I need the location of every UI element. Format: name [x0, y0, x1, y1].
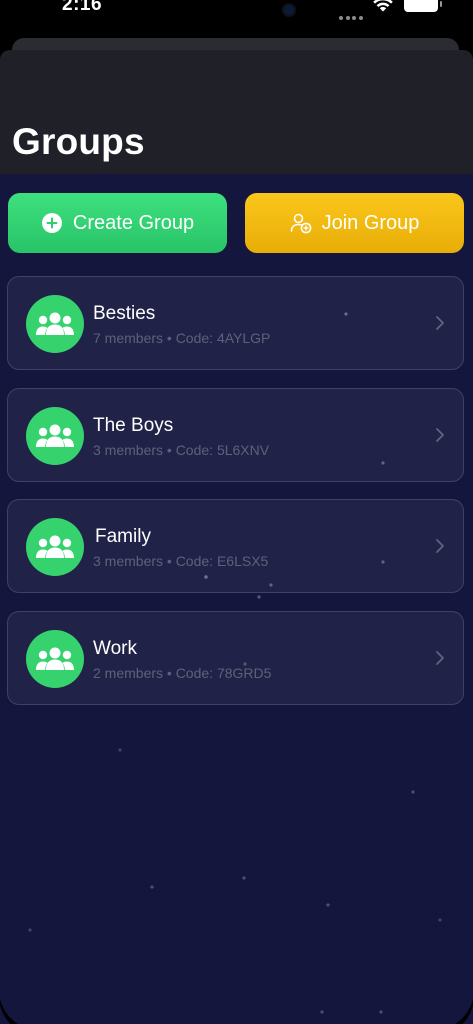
join-group-button[interactable]: Join Group [245, 193, 464, 253]
people-group-icon [36, 424, 74, 447]
group-meta: 7 members • Code: 4AYLGP [93, 330, 271, 346]
groups-screen: 2:16 Groups Create Group Join Group Best… [0, 0, 473, 1024]
plus-circle-icon [41, 213, 62, 233]
chevron-right-icon [436, 316, 444, 330]
chevron-right-icon [436, 428, 444, 442]
chevron-right-icon [436, 539, 444, 553]
camera-icon [284, 5, 294, 15]
join-group-label: Join Group [321, 211, 420, 234]
group-meta: 2 members • Code: 78GRD5 [93, 665, 272, 681]
status-bar: 2:16 [0, 0, 473, 20]
battery-icon [404, 0, 442, 12]
people-group-icon [36, 647, 74, 670]
group-name: Family [95, 526, 151, 547]
person-add-icon [290, 213, 311, 234]
wifi-icon [373, 0, 393, 12]
group-row-work[interactable]: Work 2 members • Code: 78GRD5 [7, 611, 464, 705]
group-name: Besties [93, 303, 156, 324]
avatar [26, 518, 84, 576]
group-name: Work [93, 638, 137, 659]
page-title: Groups [12, 121, 145, 162]
chevron-right-icon [436, 651, 444, 665]
create-group-button[interactable]: Create Group [8, 193, 227, 253]
people-group-icon [36, 535, 74, 558]
group-meta: 3 members • Code: E6LSX5 [93, 553, 269, 569]
group-row-the-boys[interactable]: The Boys 3 members • Code: 5L6XNV [7, 388, 464, 482]
avatar [26, 295, 84, 353]
create-group-label: Create Group [72, 211, 195, 234]
cellular-signal-icon [339, 7, 365, 20]
group-row-family[interactable]: Family 3 members • Code: E6LSX5 [7, 499, 464, 593]
group-row-besties[interactable]: Besties 7 members • Code: 4AYLGP [7, 276, 464, 370]
status-time: 2:16 [62, 0, 103, 15]
avatar [26, 630, 84, 688]
group-name: The Boys [93, 415, 174, 436]
people-group-icon [36, 312, 74, 335]
avatar [26, 407, 84, 465]
group-meta: 3 members • Code: 5L6XNV [93, 442, 270, 458]
